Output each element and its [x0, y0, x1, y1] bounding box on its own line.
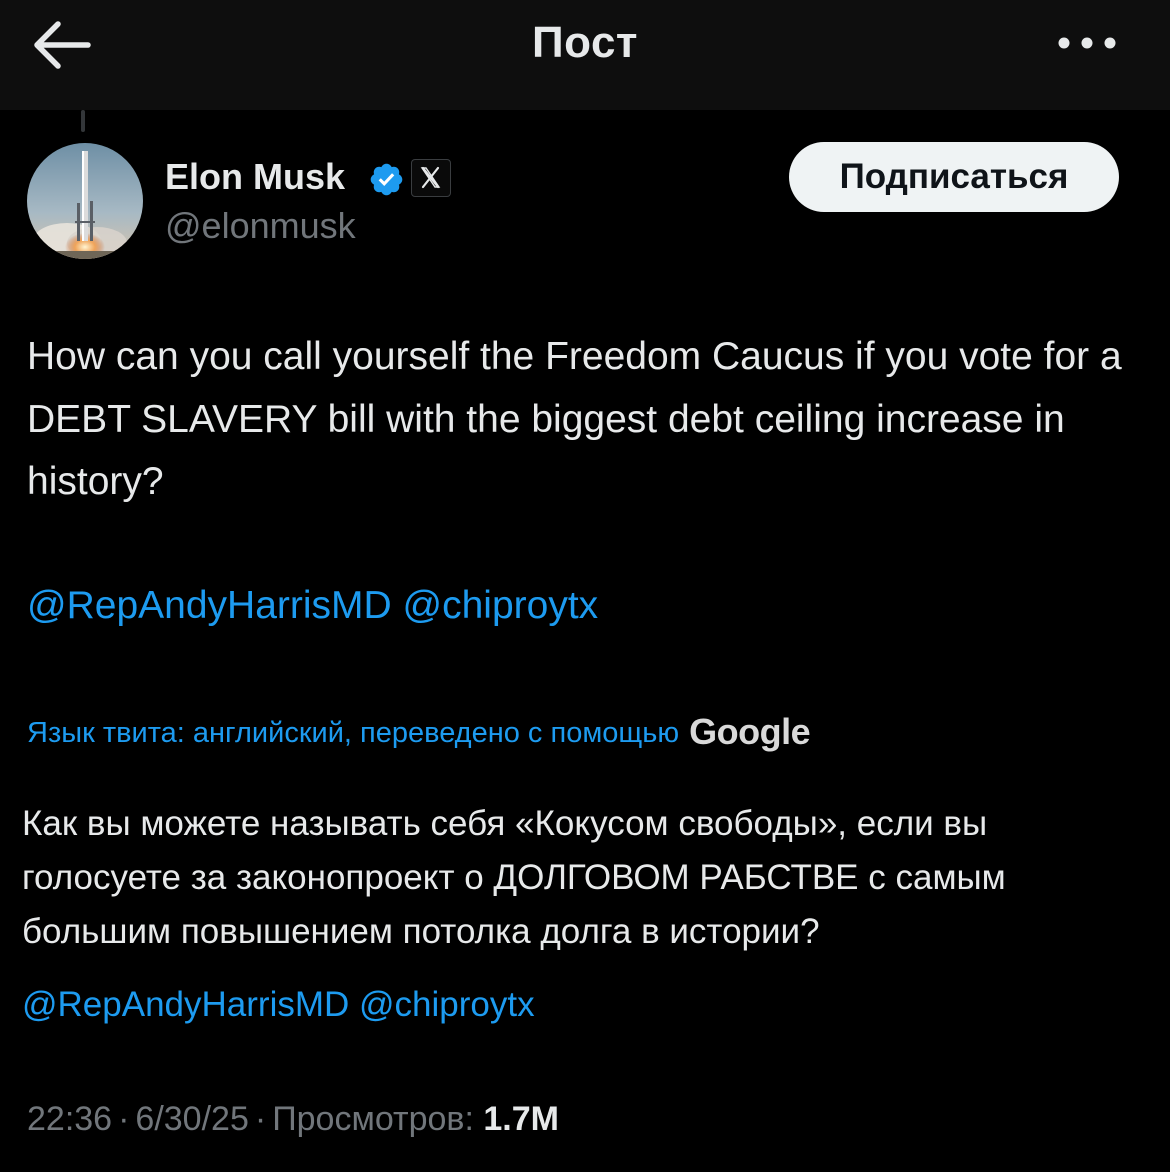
mention-link[interactable]: @RepAndyHarrisMD — [22, 985, 349, 1024]
avatar[interactable] — [27, 143, 143, 259]
page-title: Пост — [532, 18, 638, 67]
tweet-time[interactable]: 22:36 — [27, 1100, 112, 1138]
translated-mentions: @RepAndyHarrisMD @chiproytx — [22, 978, 535, 1032]
thread-connector-line — [81, 110, 85, 132]
separator: · — [254, 1100, 267, 1138]
views-count[interactable]: 1.7M — [483, 1100, 559, 1138]
views-label: Просмотров: — [272, 1100, 474, 1138]
separator: · — [118, 1100, 130, 1138]
verified-badge-icon[interactable] — [368, 161, 405, 198]
mention-link[interactable]: @RepAndyHarrisMD — [27, 584, 392, 627]
more-horizontal-icon — [1058, 37, 1116, 49]
tweet-date[interactable]: 6/30/25 — [135, 1100, 248, 1138]
translated-text: Как вы можете называть себя «Кокусом сво… — [22, 804, 1006, 951]
translation-attribution: Язык твита: английский, переведено с пом… — [27, 710, 811, 755]
translation-label[interactable]: Язык твита: английский, переведено с пом… — [27, 717, 679, 749]
more-options-button[interactable] — [1052, 20, 1122, 66]
author-handle[interactable]: @elonmusk — [165, 205, 356, 247]
top-bar: Пост — [0, 0, 1170, 110]
author-name[interactable]: Elon Musk — [165, 156, 345, 198]
mention-link[interactable]: @chiproytx — [359, 985, 535, 1024]
tweet-meta: 22:36 · 6/30/25 · Просмотров: 1.7M — [27, 1094, 559, 1144]
tweet-text: How can you call yourself the Freedom Ca… — [27, 335, 1122, 503]
mention-link[interactable]: @chiproytx — [403, 584, 599, 627]
x-logo-icon[interactable] — [411, 159, 451, 197]
follow-button[interactable]: Подписаться — [789, 142, 1119, 212]
google-logo: Google — [689, 711, 811, 752]
tweet-mentions: @RepAndyHarrisMD @chiproytx — [27, 575, 598, 637]
rocket-launch-avatar — [27, 143, 143, 259]
